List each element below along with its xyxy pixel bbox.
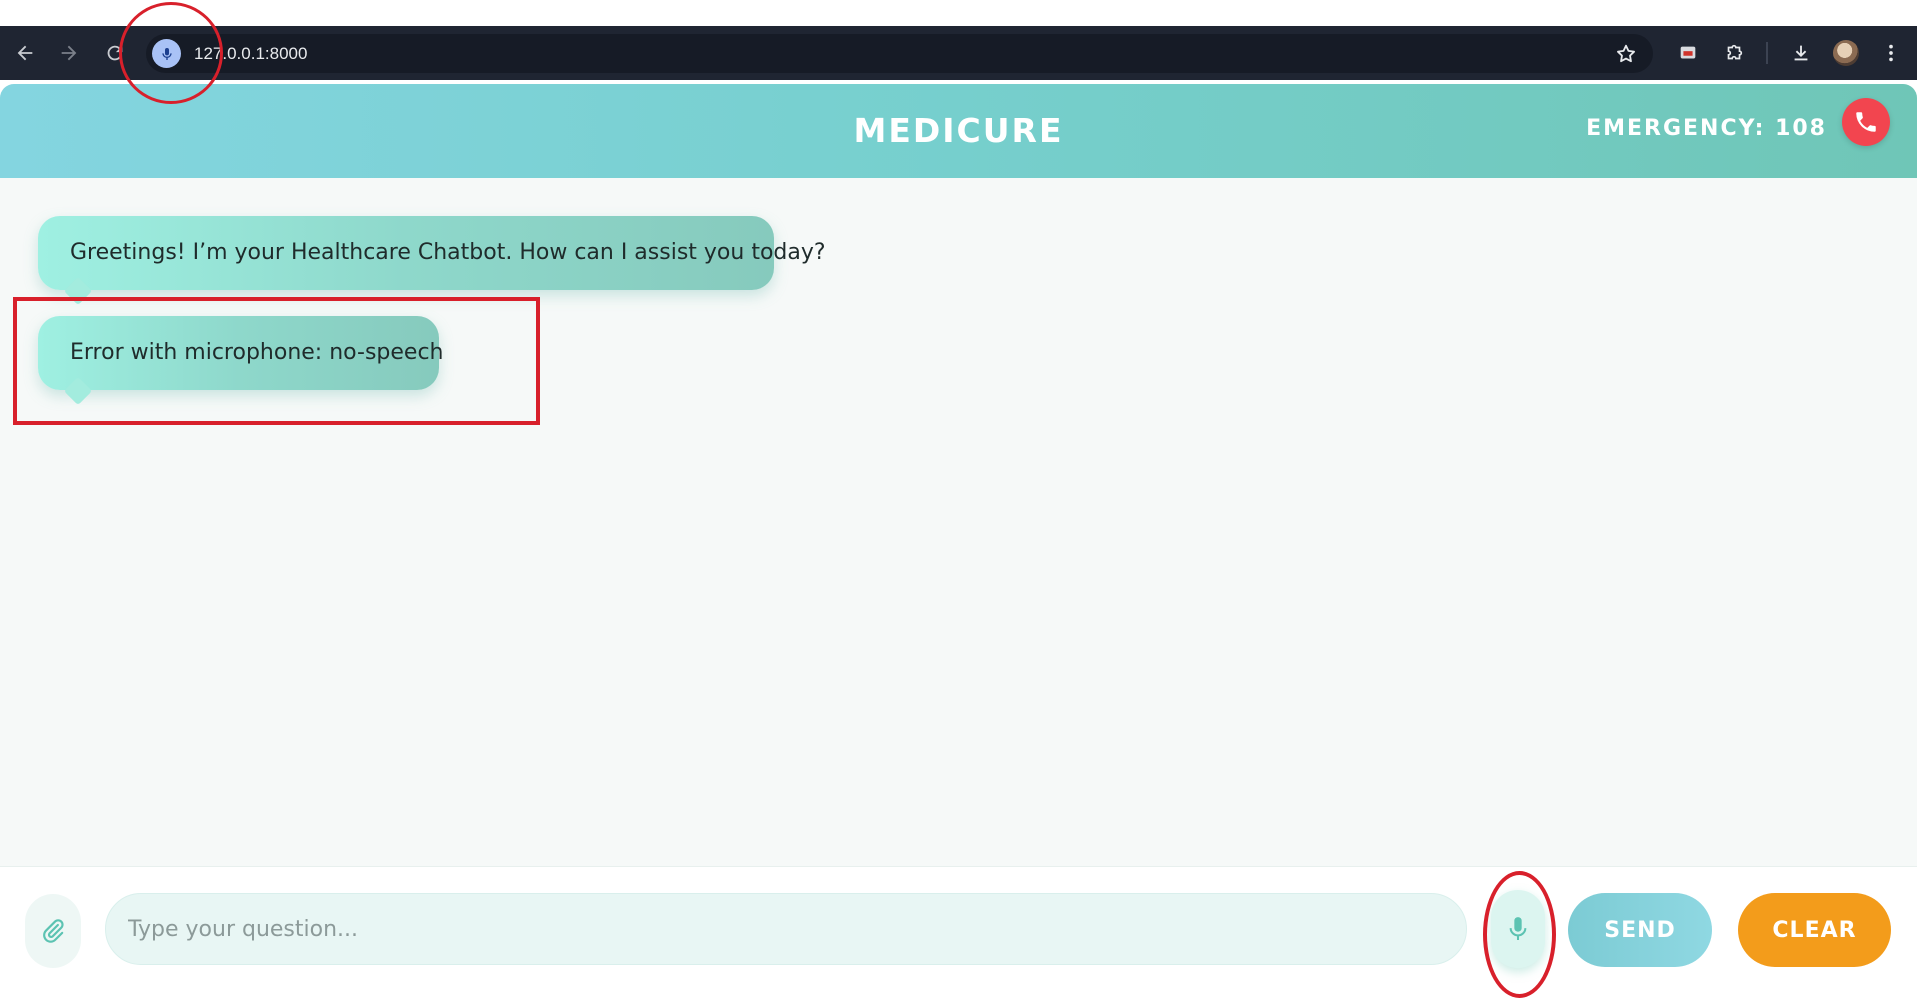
browser-toolbar: 127.0.0.1:8000 [0,26,1917,80]
paperclip-icon [43,919,64,943]
avatar[interactable] [1833,40,1859,66]
clear-button[interactable]: CLEAR [1738,893,1891,967]
question-input[interactable] [105,893,1467,965]
extensions-icon[interactable] [1720,39,1748,67]
chat-app: MEDICURE EMERGENCY: 108 Greetings! I’m y… [0,84,1917,984]
back-arrow-icon[interactable] [8,26,42,80]
input-bar: SEND CLEAR [0,84,1917,984]
annotation-circle-mic-button [1483,871,1556,998]
cast-icon[interactable] [1674,39,1702,67]
toolbar-separator [1766,42,1768,64]
annotation-box-error-message [13,297,540,425]
send-button[interactable]: SEND [1568,893,1712,967]
download-icon[interactable] [1787,39,1815,67]
attach-button[interactable] [25,894,81,968]
star-icon[interactable] [1613,41,1639,67]
annotation-circle-browser-mic [119,2,223,104]
forward-arrow-icon[interactable] [52,26,86,80]
more-vertical-icon[interactable] [1877,39,1905,67]
address-bar[interactable]: 127.0.0.1:8000 [146,34,1653,73]
screenshot-root: 127.0.0.1:8000 MEDICURE EMERGENCY: 108 G… [0,0,1917,999]
